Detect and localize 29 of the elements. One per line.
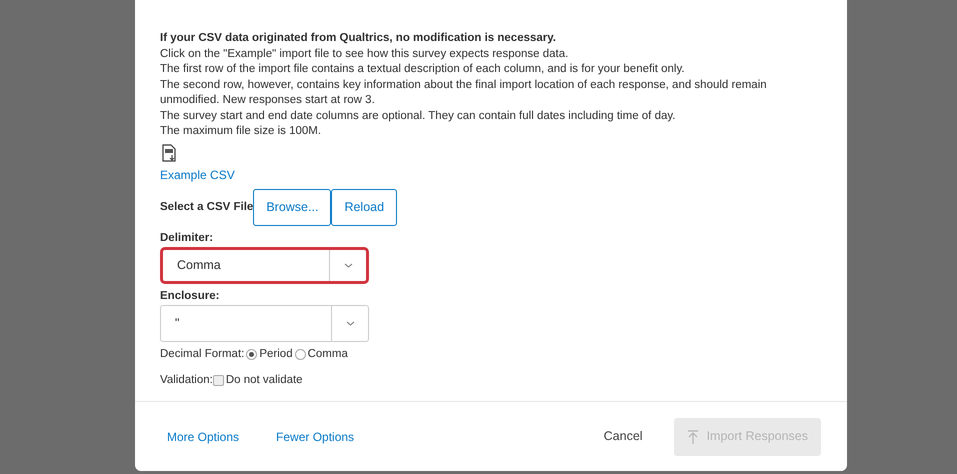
- instruction-text: The second row, however, contains key information about the final import location of each response, and should remain unmodified. New responses start at row 3.: [160, 78, 768, 108]
- select-label: Enclosure:: [160, 289, 220, 304]
- decimal-format-label: Decimal Format:: [160, 347, 244, 362]
- radio-label[interactable]: Period: [259, 346, 293, 364]
- radio-label[interactable]: Comma: [308, 346, 348, 364]
- checkbox-label[interactable]: Do not validate: [226, 372, 303, 389]
- instruction-text: The survey start and end date columns are optional. They can contain full dates including time of day.: [160, 108, 676, 124]
- example-csv-link[interactable]: Example CSV: [160, 166, 235, 184]
- fewer-options-link[interactable]: Fewer Options: [276, 428, 354, 446]
- file-select-label: Select a CSV File: [160, 200, 254, 215]
- dropdown[interactable]: Comma: [160, 247, 369, 284]
- dropdown[interactable]: ": [160, 305, 369, 342]
- checkbox[interactable]: [212, 374, 224, 386]
- chevron-down-icon: [346, 321, 354, 326]
- cancel-button[interactable]: Cancel: [590, 420, 656, 453]
- reload-button[interactable]: Reload: [331, 188, 398, 226]
- validation-label: Validation:: [160, 372, 213, 388]
- instruction-text: The maximum file size is 100M.: [160, 124, 322, 139]
- chevron-down-icon: [344, 263, 352, 268]
- select-label: Delimiter:: [160, 230, 214, 246]
- radio-button[interactable]: [246, 349, 258, 360]
- instruction-text: Click on the "Example" import file to see how this survey expects response data.: [160, 46, 570, 62]
- upload-icon: [686, 430, 699, 444]
- csv-file-icon: [162, 144, 176, 162]
- radio-button[interactable]: [294, 349, 306, 360]
- more-options-link[interactable]: More Options: [167, 428, 240, 446]
- instruction-heading: If your CSV data originated from Qualtrics, no modification is necessary.: [160, 31, 557, 46]
- instruction-text: The first row of the import file contains a textual description of each column, and is for your benefit only.: [160, 62, 686, 77]
- browse-button[interactable]: Browse...: [253, 188, 332, 226]
